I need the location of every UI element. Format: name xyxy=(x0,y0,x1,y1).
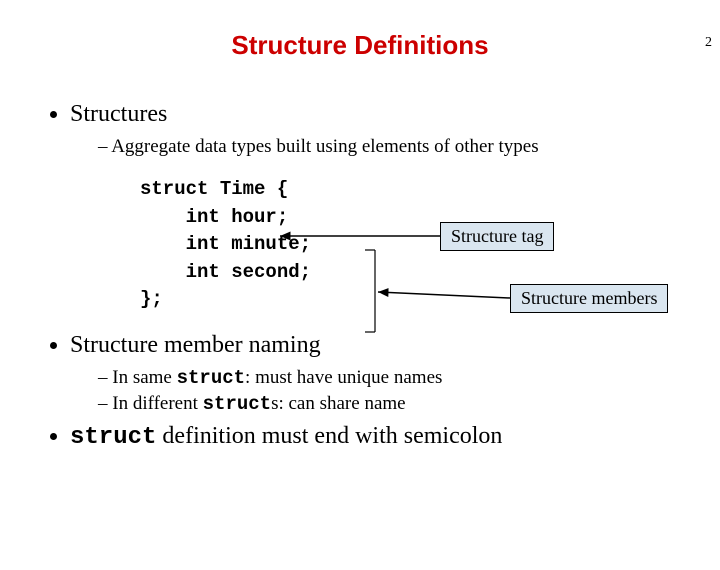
bullet-list: Structures Aggregate data types built us… xyxy=(40,101,700,451)
code-line-5: }; xyxy=(140,288,163,310)
subbullet-naming-diff: In different structs: can share name xyxy=(98,393,700,415)
naming-same-post: : must have unique names xyxy=(245,367,442,388)
naming-diff-pre: In different xyxy=(112,393,202,414)
page-number: 2 xyxy=(705,35,712,51)
code-block: struct Time { int hour; int minute; int … xyxy=(140,176,700,314)
code-line-3: int minute; xyxy=(140,233,311,255)
semicolon-code: struct xyxy=(70,424,156,451)
code-line-1: struct Time { xyxy=(140,178,288,200)
bullet-naming-text: Structure member naming xyxy=(70,332,321,358)
naming-same-code: struct xyxy=(177,367,245,389)
naming-diff-code: struct xyxy=(203,393,271,415)
bullet-semicolon: struct definition must end with semicolo… xyxy=(70,423,700,451)
subbullet-aggregate: Aggregate data types built using element… xyxy=(98,136,700,158)
content-area: Structures Aggregate data types built us… xyxy=(0,101,720,451)
bullet-naming: Structure member naming In same struct: … xyxy=(70,332,700,415)
bullet-structures-text: Structures xyxy=(70,101,167,127)
semicolon-post: definition must end with semicolon xyxy=(156,423,502,449)
subbullet-naming-same: In same struct: must have unique names xyxy=(98,367,700,389)
code-line-4: int second; xyxy=(140,261,311,283)
bullet-structures: Structures Aggregate data types built us… xyxy=(70,101,700,314)
sublist-naming: In same struct: must have unique names I… xyxy=(70,367,700,415)
code-line-2: int hour; xyxy=(140,206,288,228)
naming-same-pre: In same xyxy=(112,367,176,388)
naming-diff-post: s: can share name xyxy=(271,393,406,414)
sublist-structures: Aggregate data types built using element… xyxy=(70,136,700,158)
slide-title: Structure Definitions xyxy=(0,30,720,61)
